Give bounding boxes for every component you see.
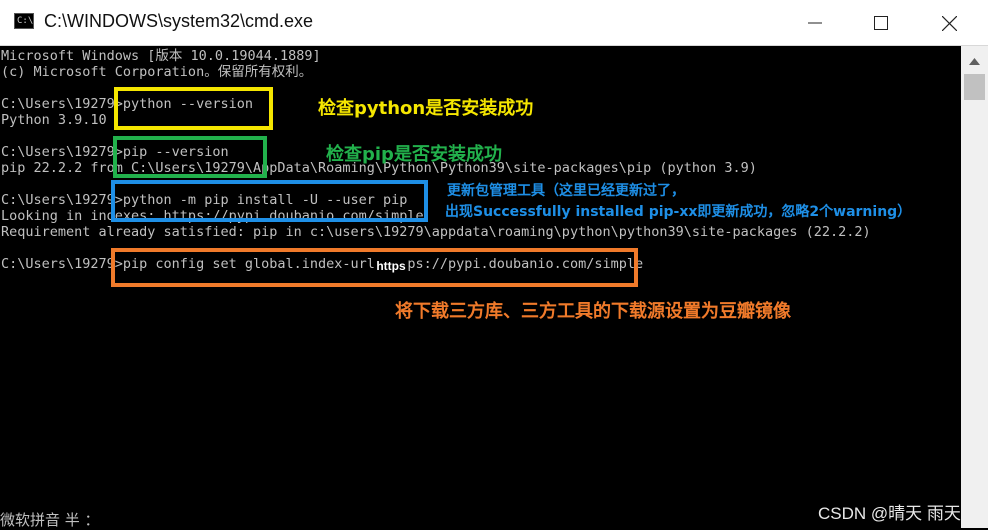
scrollbar-thumb[interactable] bbox=[964, 74, 985, 100]
console-line: Microsoft Windows [版本 10.0.19044.1889] bbox=[1, 48, 321, 64]
maximize-icon bbox=[874, 16, 888, 30]
minimize-button[interactable] bbox=[792, 4, 838, 42]
annotation-mirror: 将下载三方库、三方工具的下载源设置为豆瓣镜像 bbox=[395, 301, 791, 322]
scroll-up-arrow-icon bbox=[969, 58, 980, 65]
minimize-icon bbox=[808, 22, 822, 24]
ime-status: 微软拼音 半 ： bbox=[0, 511, 100, 529]
pip-version-highlight bbox=[113, 136, 267, 178]
annotation-update-line1: 更新包管理工具（这里已经更新过了， bbox=[447, 183, 685, 199]
window-title: C:\WINDOWS\system32\cmd.exe bbox=[44, 11, 314, 31]
annotation-update-line2: 出现Successfully installed pip-xx即更新成功，忽略2… bbox=[445, 204, 912, 220]
title-bar[interactable]: C:\ C:\WINDOWS\system32\cmd.exe bbox=[0, 0, 988, 46]
close-icon bbox=[942, 16, 957, 31]
console-line: (c) Microsoft Corporation。保留所有权利。 bbox=[1, 64, 313, 80]
scroll-up-button[interactable] bbox=[961, 52, 988, 72]
maximize-button[interactable] bbox=[858, 4, 904, 42]
console-line: Python 3.9.10 bbox=[1, 112, 107, 128]
csdn-watermark: CSDN @晴天 雨天 bbox=[818, 504, 961, 523]
annotation-check-pip: 检查pip是否安装成功 bbox=[326, 144, 502, 165]
close-button[interactable] bbox=[926, 4, 972, 42]
pip-update-highlight bbox=[111, 180, 428, 222]
https-overlay-label: https bbox=[374, 256, 408, 276]
vertical-scrollbar[interactable] bbox=[961, 46, 988, 528]
cmd-app-icon: C:\ bbox=[14, 13, 34, 29]
annotation-check-python: 检查python是否安装成功 bbox=[318, 98, 534, 119]
console-line: Requirement already satisfied: pip in c:… bbox=[1, 224, 871, 240]
python-version-highlight bbox=[114, 87, 273, 130]
